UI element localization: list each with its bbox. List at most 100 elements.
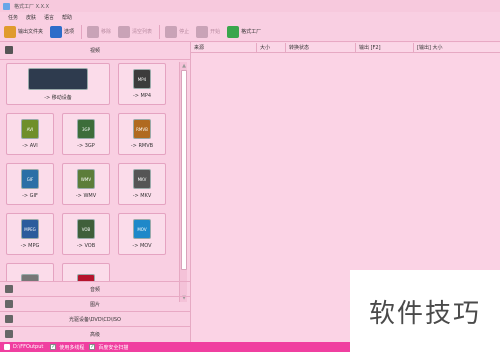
output-folder-icon[interactable] [4, 344, 10, 350]
security-scan-label: 百度安全扫描 [98, 344, 129, 351]
format-tile-video-partial[interactable] [6, 263, 54, 281]
toolbar-button-stop[interactable]: 停止 [165, 25, 190, 38]
format-tile-label: -> WMV [75, 193, 97, 199]
category-optical-drive[interactable]: 光驱设备\DVD\CD\ISO [0, 311, 190, 326]
optical-drive-icon [5, 315, 13, 323]
video-category-header[interactable]: 视频 [0, 42, 190, 60]
format-badge: MPEG [24, 226, 36, 232]
video-partial-icon [21, 274, 39, 281]
conversion-panel: 视频 -> 移动设备 MP4 -> MP4 AVI -> AVI 3GP -> 3GP RMV… [0, 42, 190, 342]
toolbar-button-label: 选项 [64, 29, 75, 35]
multithread-label: 使用多线程 [59, 344, 85, 351]
security-scan-checkbox[interactable]: ✓ [89, 344, 96, 350]
category-label: 音频 [89, 286, 100, 293]
task-table-header: 来源 大小 转换状态 输出 [F2] [输出] 大小 [191, 43, 500, 53]
menu-help[interactable]: 帮助 [62, 14, 72, 21]
rmvb-icon: RMVB [133, 119, 151, 139]
format-tile-mp4[interactable]: MP4 -> MP4 [118, 63, 166, 105]
video-category-icon [5, 46, 13, 54]
column-source[interactable]: 来源 [191, 43, 257, 52]
category-label: 光驱设备\DVD\CD\ISO [68, 316, 121, 323]
toolbar-button-label: 格式工厂 [241, 29, 262, 35]
video-category-label: 视频 [89, 48, 100, 54]
format-tile-mov[interactable]: MOV -> MOV [118, 213, 166, 255]
format-badge: GIF [26, 176, 34, 182]
format-tile-flash-partial[interactable] [62, 263, 110, 281]
format-tile-avi[interactable]: AVI -> AVI [6, 113, 54, 155]
format-tile-label: -> GIF [22, 193, 38, 199]
flash-partial-icon [77, 274, 95, 281]
column-size[interactable]: 大小 [257, 43, 286, 52]
menu-skin[interactable]: 皮肤 [26, 14, 36, 21]
category-label: 高级 [89, 331, 100, 338]
format-tile-label: -> RMVB [130, 143, 154, 149]
format-tile-label: -> MP4 [132, 93, 152, 99]
watermark: 软件技巧 [350, 270, 500, 352]
audio-icon [5, 285, 13, 293]
format-tile-label: -> 3GP [77, 143, 95, 149]
toolbar-button-folder[interactable]: 输出文件夹 [4, 25, 44, 38]
clear-list-icon [118, 25, 131, 38]
toolbar-separator [81, 24, 83, 39]
wmv-icon: WMV [77, 169, 95, 189]
mpg-icon: MPEG [21, 219, 39, 239]
avi-icon: AVI [21, 119, 39, 139]
toolbar-button-start[interactable]: 开始 [196, 25, 220, 38]
gif-icon: GIF [21, 169, 39, 189]
category-list: 音频图片光驱设备\DVD\CD\ISO 高级 [0, 281, 190, 341]
format-tile-vob[interactable]: VOB -> VOB [62, 213, 110, 255]
format-grid: -> 移动设备 MP4 -> MP4 AVI -> AVI 3GP -> 3GP RMVB ->… [6, 63, 178, 281]
format-tile-rmvb[interactable]: RMVB -> RMVB [118, 113, 166, 155]
format-badge: MKV [137, 176, 147, 182]
multithread-checkbox[interactable]: ✓ [50, 344, 57, 350]
format-badge: MOV [137, 226, 147, 232]
toolbar-separator [159, 24, 161, 39]
toolbar-button-clear-list[interactable]: 清空列表 [118, 25, 153, 38]
window-title: 格式工厂 X.X.X [14, 3, 50, 10]
column-output[interactable]: 输出 [F2] [356, 43, 414, 52]
format-grid-scrollbar[interactable]: ▲ ▼ [179, 62, 187, 302]
folder-icon [4, 25, 16, 38]
format-tile-label: -> VOB [76, 243, 96, 249]
category-picture[interactable]: 图片 [0, 296, 190, 311]
toolbar-button-format-factory-logo[interactable]: 格式工厂 [227, 25, 262, 38]
options-icon [50, 25, 63, 38]
format-tile-3gp[interactable]: 3GP -> 3GP [62, 113, 110, 155]
toolbar-button-label: 清空列表 [132, 29, 153, 35]
format-badge: WMV [80, 176, 92, 182]
format-tile-mpg[interactable]: MPEG -> MPG [6, 213, 54, 255]
category-advanced[interactable]: 高级 [0, 326, 190, 341]
category-label: 图片 [89, 301, 100, 308]
menu-bar: 任务 皮肤 语言 帮助 [0, 12, 500, 22]
menu-language[interactable]: 语言 [44, 14, 54, 21]
format-tile-label: -> MKV [132, 193, 152, 199]
format-tile-gif[interactable]: GIF -> GIF [6, 163, 54, 205]
format-badge: MP4 [137, 76, 147, 82]
format-badge: RMVB [136, 126, 148, 132]
mov-icon: MOV [133, 219, 151, 239]
scrollbar-thumb[interactable] [181, 70, 187, 270]
toolbar-button-label: 输出文件夹 [18, 29, 44, 35]
output-path[interactable]: D:\FFOutput [13, 344, 43, 350]
format-tile-label: -> MOV [132, 243, 152, 249]
format-tile-mobile-devices[interactable]: -> 移动设备 [6, 63, 110, 105]
column-output-size[interactable]: [输出] 大小 [414, 43, 500, 52]
toolbar-button-remove[interactable]: 移除 [87, 25, 111, 38]
format-tile-label: -> MPG [20, 243, 40, 249]
mkv-icon: MKV [133, 169, 151, 189]
mobile-devices-icon [28, 67, 88, 90]
scroll-up-arrow-icon[interactable]: ▲ [181, 63, 187, 69]
format-tile-mkv[interactable]: MKV -> MKV [118, 163, 166, 205]
format-tile-wmv[interactable]: WMV -> WMV [62, 163, 110, 205]
format-badge: VOB [81, 226, 91, 232]
menu-tasks[interactable]: 任务 [8, 14, 18, 21]
toolbar-button-options[interactable]: 选项 [50, 25, 75, 38]
category-audio[interactable]: 音频 [0, 281, 190, 296]
app-icon [3, 2, 10, 10]
format-tile-label: -> 移动设备 [44, 94, 72, 101]
picture-icon [5, 300, 13, 308]
vob-icon: VOB [77, 219, 95, 239]
toolbar-button-label: 停止 [179, 29, 190, 35]
column-status[interactable]: 转换状态 [286, 43, 356, 52]
toolbar: 输出文件夹 选项 移除 清空列表 停止 开始 格式工厂 [0, 22, 500, 42]
